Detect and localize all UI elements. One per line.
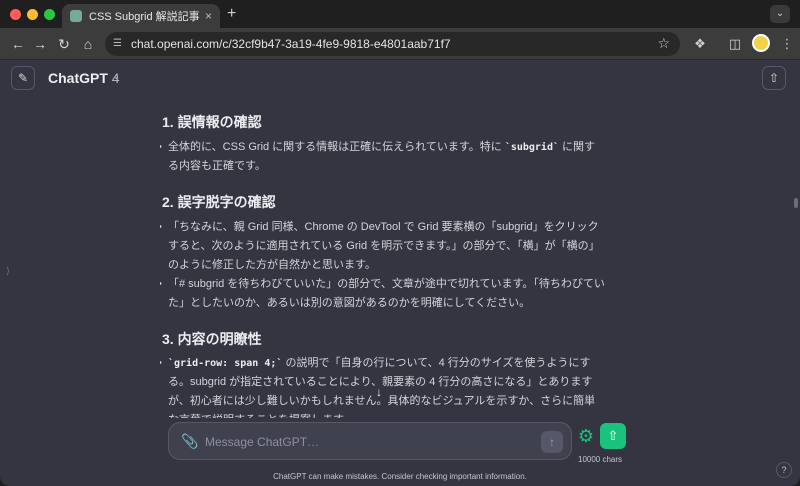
new-chat-pencil-icon[interactable]: ✎ bbox=[11, 66, 35, 90]
back-arrow-icon[interactable]: ← bbox=[8, 34, 28, 54]
chevron-down-icon[interactable]: ⌄ bbox=[112, 71, 120, 82]
help-button[interactable]: ? bbox=[776, 462, 792, 478]
char-count: 10000 chars bbox=[578, 455, 623, 464]
model-selector[interactable]: ChatGPT 4 bbox=[48, 70, 120, 86]
tab-strip: CSS Subgrid 解説記事 × + ⌄ bbox=[0, 0, 800, 28]
model-name: ChatGPT bbox=[48, 70, 108, 86]
send-button[interactable]: ↑ bbox=[541, 431, 563, 453]
list-item: • 全体的に、CSS Grid に関する情報は正確に伝えられています。特に `s… bbox=[160, 141, 596, 172]
section-title: 2. 誤字脱字の確認 bbox=[162, 194, 276, 210]
list-item: • 「# subgrid を待ちわびていいた」の部分で、文章が途中で切れています… bbox=[160, 278, 605, 309]
gear-icon[interactable]: ⚙ bbox=[576, 426, 596, 446]
message-composer: 📎 ↑ bbox=[168, 422, 572, 460]
side-panel-icon[interactable]: ◫ bbox=[725, 34, 745, 54]
reload-icon[interactable]: ↻ bbox=[54, 34, 74, 54]
export-share-button[interactable]: ⇧ bbox=[600, 423, 626, 449]
tab-title: CSS Subgrid 解説記事 bbox=[89, 11, 200, 23]
site-info-icon[interactable]: ☰ bbox=[113, 37, 127, 51]
home-icon[interactable]: ⌂ bbox=[78, 34, 98, 54]
chatgpt-favicon-icon bbox=[70, 10, 82, 22]
tab-close-icon[interactable]: × bbox=[205, 9, 212, 23]
profile-avatar[interactable] bbox=[752, 34, 770, 52]
disclaimer-text: ChatGPT can make mistakes. Consider chec… bbox=[273, 472, 527, 481]
scrollbar[interactable] bbox=[794, 198, 798, 208]
bookmark-star-icon[interactable]: ☆ bbox=[657, 35, 670, 52]
address-bar[interactable]: ☰ chat.openai.com/c/32cf9b47-3a19-4fe9-9… bbox=[105, 32, 680, 56]
new-tab-button[interactable]: + bbox=[227, 5, 236, 23]
tab-search-chevron-icon[interactable]: ⌄ bbox=[770, 5, 790, 23]
forward-arrow-icon[interactable]: → bbox=[30, 34, 50, 54]
share-icon[interactable]: ⇧ bbox=[762, 66, 786, 90]
section-title: 3. 内容の明瞭性 bbox=[162, 331, 262, 347]
app-header: ✎ ChatGPT 4 ⌄ ⇧ bbox=[0, 61, 800, 97]
browser-tab[interactable]: CSS Subgrid 解説記事 × bbox=[62, 4, 220, 28]
paperclip-icon[interactable]: 📎 bbox=[181, 433, 198, 450]
browser-toolbar: ← → ↻ ⌂ ☰ chat.openai.com/c/32cf9b47-3a1… bbox=[0, 28, 800, 60]
section-title: 1. 誤情報の確認 bbox=[162, 114, 262, 130]
url-text[interactable]: chat.openai.com/c/32cf9b47-3a19-4fe9-981… bbox=[131, 37, 451, 51]
message-input[interactable] bbox=[205, 432, 525, 452]
extensions-icon[interactable]: ❖ bbox=[690, 34, 710, 54]
browser-menu-icon[interactable]: ⋮ bbox=[777, 34, 797, 54]
sidebar-toggle-icon[interactable]: ⟩ bbox=[6, 266, 10, 277]
browser-window: CSS Subgrid 解説記事 × + ⌄ ← → ↻ ⌂ ☰ chat.op… bbox=[0, 0, 800, 486]
close-window-button[interactable] bbox=[10, 9, 21, 20]
list-item: • 「ちなみに、親 Grid 同様、Chrome の DevTool で Gri… bbox=[160, 221, 600, 271]
scroll-down-arrow-icon[interactable]: ↓ bbox=[372, 385, 386, 399]
assistant-message: 1. 誤情報の確認 • 全体的に、CSS Grid に関する情報は正確に伝えられ… bbox=[160, 108, 610, 418]
maximize-window-button[interactable] bbox=[44, 9, 55, 20]
minimize-window-button[interactable] bbox=[27, 9, 38, 20]
